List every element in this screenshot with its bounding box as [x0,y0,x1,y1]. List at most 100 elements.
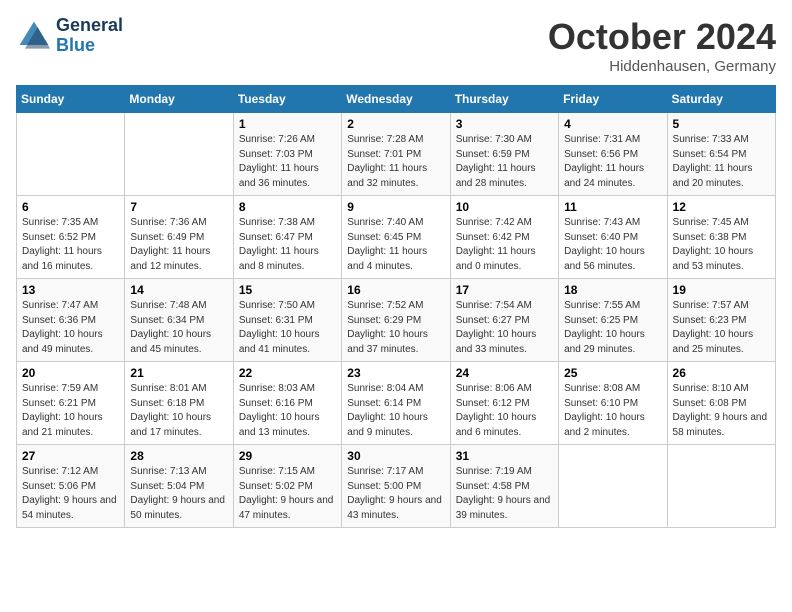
day-number: 27 [22,449,119,463]
calendar-cell: 12 Sunrise: 7:45 AMSunset: 6:38 PMDayligh… [667,196,775,279]
day-info: Sunrise: 7:50 AMSunset: 6:31 PMDaylight:… [239,299,336,357]
day-info: Sunrise: 7:57 AMSunset: 6:23 PMDaylight:… [673,299,770,357]
calendar-cell: 30 Sunrise: 7:17 AMSunset: 5:00 PMDayligh… [342,445,450,528]
day-number: 3 [456,117,553,131]
weekday-tuesday: Tuesday [233,86,341,113]
day-info: Sunrise: 7:17 AMSunset: 5:00 PMDaylight:… [347,465,444,523]
day-number: 10 [456,200,553,214]
calendar-cell: 19 Sunrise: 7:57 AMSunset: 6:23 PMDayligh… [667,279,775,362]
calendar-cell: 17 Sunrise: 7:54 AMSunset: 6:27 PMDayligh… [450,279,558,362]
day-number: 30 [347,449,444,463]
calendar-cell [17,113,125,196]
weekday-wednesday: Wednesday [342,86,450,113]
day-info: Sunrise: 8:01 AMSunset: 6:18 PMDaylight:… [130,382,227,440]
day-number: 21 [130,366,227,380]
day-info: Sunrise: 7:28 AMSunset: 7:01 PMDaylight:… [347,133,444,191]
logo-icon [16,18,52,54]
day-info: Sunrise: 7:13 AMSunset: 5:04 PMDaylight:… [130,465,227,523]
calendar-cell: 22 Sunrise: 8:03 AMSunset: 6:16 PMDayligh… [233,362,341,445]
day-info: Sunrise: 8:03 AMSunset: 6:16 PMDaylight:… [239,382,336,440]
day-number: 20 [22,366,119,380]
logo-text-blue: Blue [56,36,123,56]
calendar-cell: 23Sunrise: 8:04 AMSunset: 6:14 PMDayligh… [342,362,450,445]
day-info: Sunrise: 7:36 AMSunset: 6:49 PMDaylight:… [130,216,227,274]
day-info: Sunrise: 7:43 AMSunset: 6:40 PMDaylight:… [564,216,661,274]
day-number: 26 [673,366,770,380]
calendar-cell: 9 Sunrise: 7:40 AMSunset: 6:45 PMDaylight… [342,196,450,279]
day-info: Sunrise: 7:40 AMSunset: 6:45 PMDaylight:… [347,216,444,274]
week-row-1: 1Sunrise: 7:26 AMSunset: 7:03 PMDaylight… [17,113,776,196]
day-number: 19 [673,283,770,297]
calendar-cell: 1Sunrise: 7:26 AMSunset: 7:03 PMDaylight… [233,113,341,196]
calendar-cell: 14 Sunrise: 7:48 AMSunset: 6:34 PMDayligh… [125,279,233,362]
weekday-thursday: Thursday [450,86,558,113]
day-number: 13 [22,283,119,297]
calendar-cell: 25 Sunrise: 8:08 AMSunset: 6:10 PMDayligh… [559,362,667,445]
weekday-saturday: Saturday [667,86,775,113]
day-number: 14 [130,283,227,297]
calendar-cell: 2 Sunrise: 7:28 AMSunset: 7:01 PMDaylight… [342,113,450,196]
day-info: Sunrise: 7:47 AMSunset: 6:36 PMDaylight:… [22,299,119,357]
calendar-cell: 28Sunrise: 7:13 AMSunset: 5:04 PMDayligh… [125,445,233,528]
day-number: 9 [347,200,444,214]
day-number: 31 [456,449,553,463]
weekday-monday: Monday [125,86,233,113]
day-number: 25 [564,366,661,380]
day-number: 4 [564,117,661,131]
day-number: 17 [456,283,553,297]
weekday-header-row: SundayMondayTuesdayWednesdayThursdayFrid… [17,86,776,113]
calendar-cell: 24Sunrise: 8:06 AMSunset: 6:12 PMDayligh… [450,362,558,445]
page-header: General Blue October 2024 Hiddenhausen, … [16,16,776,75]
day-info: Sunrise: 7:31 AMSunset: 6:56 PMDaylight:… [564,133,661,191]
day-info: Sunrise: 7:12 AMSunset: 5:06 PMDaylight:… [22,465,119,523]
calendar-cell: 15 Sunrise: 7:50 AMSunset: 6:31 PMDayligh… [233,279,341,362]
day-info: Sunrise: 7:52 AMSunset: 6:29 PMDaylight:… [347,299,444,357]
day-number: 6 [22,200,119,214]
month-title: October 2024 [548,16,776,58]
day-number: 7 [130,200,227,214]
calendar-cell: 31 Sunrise: 7:19 AMSunset: 4:58 PMDayligh… [450,445,558,528]
title-block: October 2024 Hiddenhausen, Germany [548,16,776,75]
week-row-5: 27 Sunrise: 7:12 AMSunset: 5:06 PMDayligh… [17,445,776,528]
day-info: Sunrise: 7:48 AMSunset: 6:34 PMDaylight:… [130,299,227,357]
day-info: Sunrise: 7:45 AMSunset: 6:38 PMDaylight:… [673,216,770,274]
weekday-friday: Friday [559,86,667,113]
day-info: Sunrise: 7:33 AMSunset: 6:54 PMDaylight:… [673,133,770,191]
day-number: 15 [239,283,336,297]
calendar-cell: 8 Sunrise: 7:38 AMSunset: 6:47 PMDaylight… [233,196,341,279]
day-number: 2 [347,117,444,131]
day-info: Sunrise: 7:19 AMSunset: 4:58 PMDaylight:… [456,465,553,523]
day-number: 5 [673,117,770,131]
calendar-cell [667,445,775,528]
day-number: 18 [564,283,661,297]
calendar-cell: 21 Sunrise: 8:01 AMSunset: 6:18 PMDayligh… [125,362,233,445]
day-number: 12 [673,200,770,214]
logo-text-general: General [56,16,123,36]
day-number: 29 [239,449,336,463]
day-info: Sunrise: 7:26 AMSunset: 7:03 PMDaylight:… [239,133,336,191]
day-number: 22 [239,366,336,380]
calendar-cell: 20 Sunrise: 7:59 AMSunset: 6:21 PMDayligh… [17,362,125,445]
calendar-cell [559,445,667,528]
calendar-cell: 6Sunrise: 7:35 AMSunset: 6:52 PMDaylight… [17,196,125,279]
day-info: Sunrise: 7:15 AMSunset: 5:02 PMDaylight:… [239,465,336,523]
week-row-2: 6Sunrise: 7:35 AMSunset: 6:52 PMDaylight… [17,196,776,279]
day-info: Sunrise: 7:38 AMSunset: 6:47 PMDaylight:… [239,216,336,274]
calendar-cell: 7 Sunrise: 7:36 AMSunset: 6:49 PMDaylight… [125,196,233,279]
day-info: Sunrise: 7:42 AMSunset: 6:42 PMDaylight:… [456,216,553,274]
calendar-cell [125,113,233,196]
calendar-body: 1Sunrise: 7:26 AMSunset: 7:03 PMDaylight… [17,113,776,528]
calendar-cell: 26Sunrise: 8:10 AMSunset: 6:08 PMDayligh… [667,362,775,445]
calendar-cell: 4 Sunrise: 7:31 AMSunset: 6:56 PMDaylight… [559,113,667,196]
weekday-sunday: Sunday [17,86,125,113]
logo: General Blue [16,16,123,56]
day-info: Sunrise: 7:54 AMSunset: 6:27 PMDaylight:… [456,299,553,357]
calendar-cell: 10 Sunrise: 7:42 AMSunset: 6:42 PMDayligh… [450,196,558,279]
calendar-cell: 16 Sunrise: 7:52 AMSunset: 6:29 PMDayligh… [342,279,450,362]
calendar-cell: 3Sunrise: 7:30 AMSunset: 6:59 PMDaylight… [450,113,558,196]
day-info: Sunrise: 7:59 AMSunset: 6:21 PMDaylight:… [22,382,119,440]
day-number: 16 [347,283,444,297]
calendar-cell: 18Sunrise: 7:55 AMSunset: 6:25 PMDayligh… [559,279,667,362]
day-number: 8 [239,200,336,214]
day-info: Sunrise: 8:08 AMSunset: 6:10 PMDaylight:… [564,382,661,440]
